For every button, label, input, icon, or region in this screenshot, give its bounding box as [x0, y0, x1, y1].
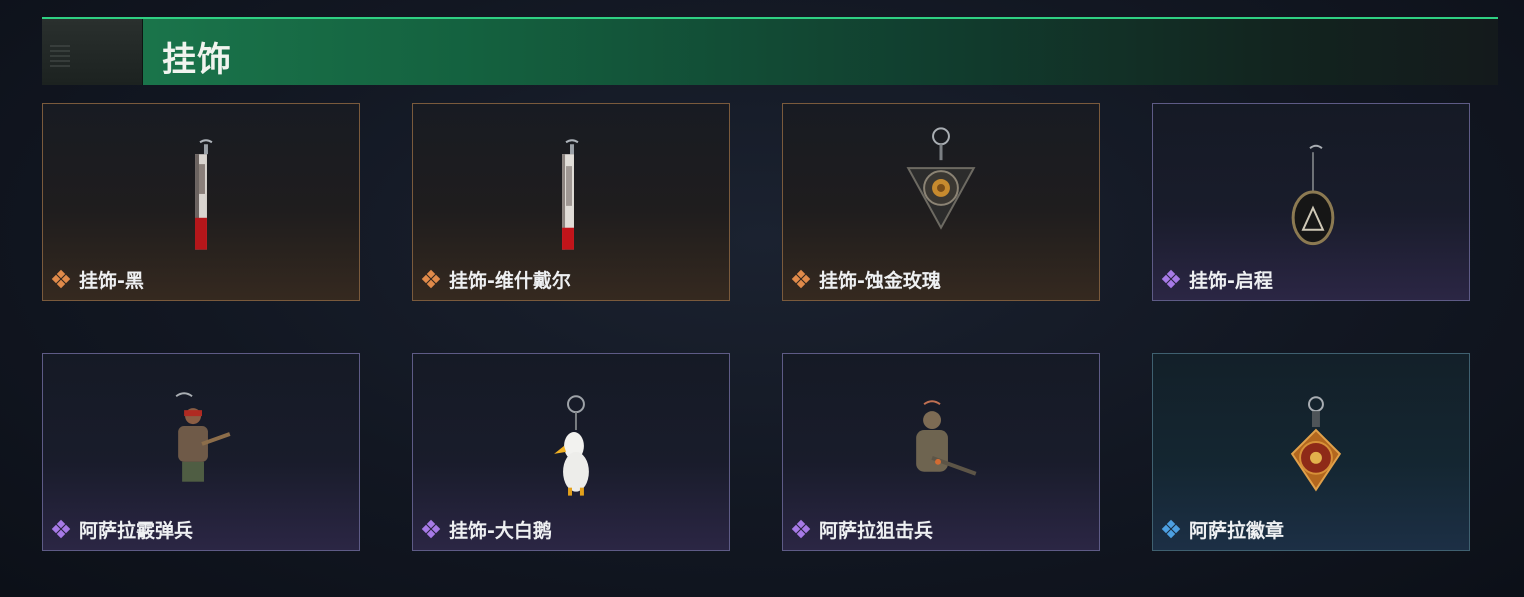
rarity-orange-icon [791, 269, 811, 289]
card-label: 阿萨拉狙击兵 [819, 519, 934, 542]
triangle-medal-charm-icon [1291, 144, 1335, 246]
rarity-purple-icon [421, 519, 441, 539]
card-label: 阿萨拉徽章 [1189, 519, 1285, 542]
rarity-orange-icon [421, 269, 441, 289]
charm-card[interactable]: 阿萨拉霰弹兵 [42, 353, 360, 551]
header-decor-block [42, 19, 143, 85]
card-label: 阿萨拉霰弹兵 [79, 519, 194, 542]
charm-card[interactable]: 阿萨拉狙击兵 [782, 353, 1100, 551]
charm-card[interactable]: 挂饰-维什戴尔 [412, 103, 730, 301]
rarity-purple-icon [51, 519, 71, 539]
charm-card[interactable]: 挂饰-黑 [42, 103, 360, 301]
rose-emblem-charm-icon [906, 127, 976, 230]
card-label: 挂饰-维什戴尔 [449, 269, 571, 292]
charm-card[interactable]: 挂饰-启程 [1152, 103, 1470, 301]
card-label: 挂饰-启程 [1189, 269, 1273, 292]
card-label: 挂饰-黑 [79, 269, 144, 292]
rarity-purple-icon [791, 519, 811, 539]
section-header: 挂饰 [42, 17, 1498, 85]
charm-card[interactable]: 挂饰-大白鹅 [412, 353, 730, 551]
rarity-blue-icon [1161, 519, 1181, 539]
cleaver-charm-icon [195, 139, 213, 250]
rarity-orange-icon [51, 269, 71, 289]
card-label: 挂饰-蚀金玫瑰 [819, 269, 941, 292]
charm-card[interactable]: 阿萨拉徽章 [1152, 353, 1470, 551]
shotgunner-figure-charm-icon [175, 392, 231, 482]
rarity-purple-icon [1161, 269, 1181, 289]
section-title: 挂饰 [162, 40, 232, 80]
badge-medal-charm-icon [1290, 396, 1342, 492]
cleaver-charm-icon [562, 139, 579, 250]
card-label: 挂饰-大白鹅 [449, 519, 552, 542]
white-goose-charm-icon [554, 395, 589, 496]
charm-card[interactable]: 挂饰-蚀金玫瑰 [782, 103, 1100, 301]
sniper-figure-charm-icon [916, 400, 977, 476]
